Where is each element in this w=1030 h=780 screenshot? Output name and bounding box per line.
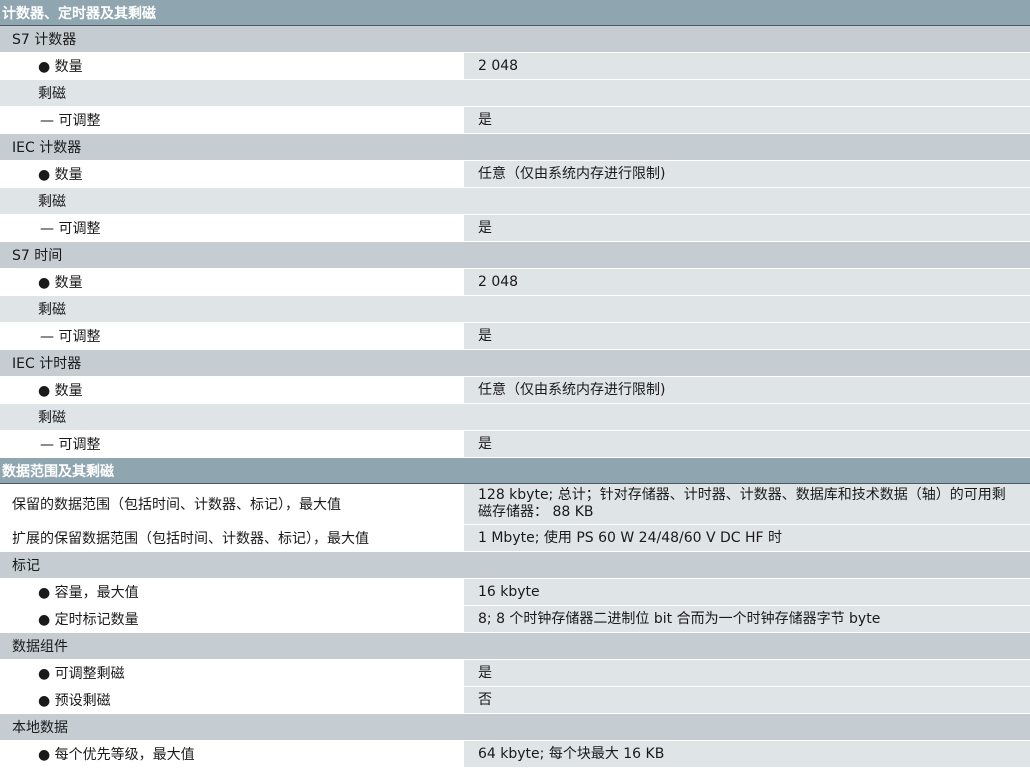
row-value: 否 [464, 687, 1030, 713]
group-header: S7 计数器 [0, 26, 1030, 53]
row-label: — 可调整 [0, 431, 464, 457]
table-row: — 可调整是 [0, 431, 1030, 458]
group-header: IEC 计时器 [0, 350, 1030, 377]
table-row: ● 数量 2 048 [0, 269, 1030, 296]
table-row: ● 每个优先等级，最大值 64 kbyte; 每个块最大 16 KB [0, 741, 1030, 768]
row-value: 128 kbyte; 总计；针对存储器、计时器、计数器、数据库和技术数据（轴）的… [464, 484, 1030, 524]
table-row: 剩磁 [0, 80, 1030, 107]
table-row: 剩磁 [0, 188, 1030, 215]
table-row: ● 预设剩磁否 [0, 687, 1030, 714]
group-header: 本地数据 [0, 714, 1030, 741]
row-label: 剩磁 [0, 404, 464, 430]
table-row: ● 可调整剩磁是 [0, 660, 1030, 687]
table-row: ● 数量 任意（仅由系统内存进行限制) [0, 377, 1030, 404]
table-row: ● 定时标记数量 8; 8 个时钟存储器二进制位 bit 合而为一个时钟存储器字节… [0, 606, 1030, 633]
group-header: 数据组件 [0, 633, 1030, 660]
row-value: 是 [464, 660, 1030, 686]
row-value: 是 [464, 431, 1030, 457]
row-value: 任意（仅由系统内存进行限制) [464, 161, 1030, 187]
group-header: IEC 计数器 [0, 134, 1030, 161]
row-label: ● 数量 [0, 269, 464, 295]
group-header: S7 时间 [0, 242, 1030, 269]
row-label: ● 定时标记数量 [0, 606, 464, 632]
row-label: 剩磁 [0, 188, 464, 214]
row-value: 是 [464, 323, 1030, 349]
row-label: ● 数量 [0, 377, 464, 403]
row-label: 扩展的保留数据范围（包括时间、计数器、标记），最大值 [0, 525, 464, 551]
table-row: ● 数量 2 048 [0, 53, 1030, 80]
row-label: 剩磁 [0, 296, 464, 322]
row-value [464, 188, 1030, 214]
table-row: 剩磁 [0, 296, 1030, 323]
row-value: 任意（仅由系统内存进行限制) [464, 377, 1030, 403]
table-row: — 可调整是 [0, 215, 1030, 242]
row-label: — 可调整 [0, 323, 464, 349]
section-header: 数据范围及其剩磁 [0, 458, 1030, 484]
row-value [464, 296, 1030, 322]
section-header: 计数器、定时器及其剩磁 [0, 0, 1030, 26]
row-value: 是 [464, 215, 1030, 241]
row-value: 16 kbyte [464, 579, 1030, 605]
table-row: 保留的数据范围（包括时间、计数器、标记），最大值 128 kbyte; 总计；针对… [0, 484, 1030, 525]
row-value [464, 80, 1030, 106]
row-label: ● 数量 [0, 53, 464, 79]
row-label: ● 预设剩磁 [0, 687, 464, 713]
row-label: — 可调整 [0, 215, 464, 241]
table-row: ● 容量，最大值 16 kbyte [0, 579, 1030, 606]
row-label: ● 数量 [0, 161, 464, 187]
row-label: 剩磁 [0, 80, 464, 106]
table-row: — 可调整是 [0, 107, 1030, 134]
table-row: — 可调整是 [0, 323, 1030, 350]
table-row: 剩磁 [0, 404, 1030, 431]
row-label: — 可调整 [0, 107, 464, 133]
row-value: 64 kbyte; 每个块最大 16 KB [464, 741, 1030, 767]
row-label: ● 每个优先等级，最大值 [0, 741, 464, 767]
table-row: 扩展的保留数据范围（包括时间、计数器、标记），最大值 1 Mbyte; 使用 PS… [0, 525, 1030, 552]
row-value: 2 048 [464, 53, 1030, 79]
row-value [464, 404, 1030, 430]
table-row: ● 数量 任意（仅由系统内存进行限制) [0, 161, 1030, 188]
row-label: 保留的数据范围（包括时间、计数器、标记），最大值 [0, 484, 464, 524]
group-header: 标记 [0, 552, 1030, 579]
row-value: 是 [464, 107, 1030, 133]
row-value: 2 048 [464, 269, 1030, 295]
row-value: 1 Mbyte; 使用 PS 60 W 24/48/60 V DC HF 时 [464, 525, 1030, 551]
spec-table: 计数器、定时器及其剩磁 S7 计数器 ● 数量 2 048 剩磁 — 可调整是 IEC 计数… [0, 0, 1030, 768]
row-value: 8; 8 个时钟存储器二进制位 bit 合而为一个时钟存储器字节 byte [464, 606, 1030, 632]
row-label: ● 容量，最大值 [0, 579, 464, 605]
row-label: ● 可调整剩磁 [0, 660, 464, 686]
